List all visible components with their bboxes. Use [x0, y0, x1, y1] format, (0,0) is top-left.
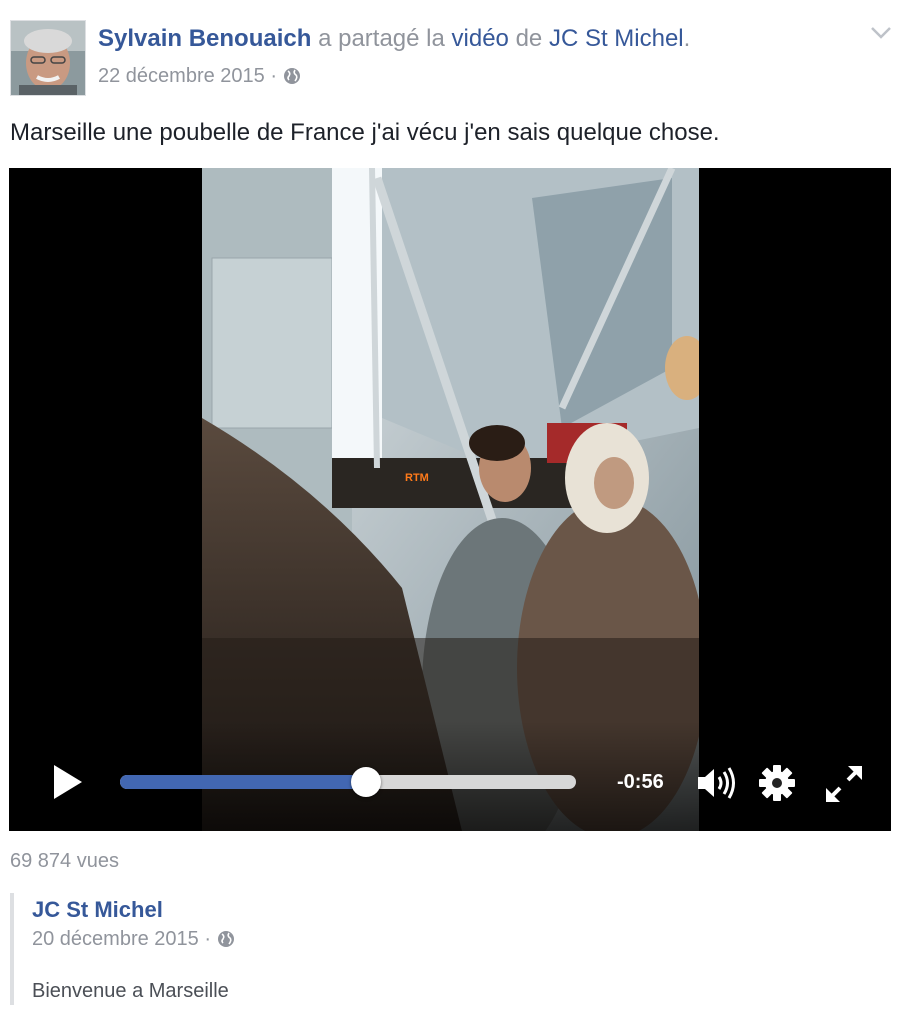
avatar-image [11, 21, 85, 95]
video-link[interactable]: vidéo [452, 25, 509, 52]
action-text: a partagé la [318, 25, 445, 52]
post-header: Sylvain Benouaich a partagé la vidéo de … [98, 24, 690, 54]
action-text-de: de [515, 25, 543, 52]
video-player[interactable]: RTM -0:56 [9, 168, 891, 831]
progress-bar[interactable] [120, 767, 576, 797]
shared-from-link[interactable]: JC St Michel [549, 25, 684, 52]
progress-fill [120, 775, 367, 789]
view-count: 69 874 vues [10, 850, 119, 872]
post-options-chevron-icon[interactable] [870, 26, 892, 40]
gear-icon[interactable] [758, 764, 796, 802]
time-remaining: -0:56 [617, 771, 664, 793]
shared-date-link[interactable]: 20 décembre 2015 [32, 928, 199, 950]
author-avatar[interactable] [10, 20, 86, 96]
volume-icon[interactable] [695, 764, 737, 802]
fullscreen-icon[interactable] [824, 764, 864, 804]
post-message: Marseille une poubelle de France j'ai vé… [10, 119, 720, 146]
shared-post[interactable]: JC St Michel 20 décembre 2015 · Bienvenu… [10, 893, 894, 1005]
meta-separator: · [270, 65, 278, 87]
shared-meta-separator: · [204, 928, 212, 950]
play-icon[interactable] [51, 763, 85, 801]
globe-icon[interactable] [217, 929, 235, 955]
shared-meta: 20 décembre 2015 · [32, 926, 235, 955]
shared-author-link[interactable]: JC St Michel [32, 896, 163, 924]
globe-icon[interactable] [283, 66, 301, 92]
author-name-link[interactable]: Sylvain Benouaich [98, 25, 311, 52]
post-date-link[interactable]: 22 décembre 2015 [98, 65, 265, 87]
post-meta: 22 décembre 2015 · [98, 63, 301, 92]
bus-sign-text: RTM [405, 472, 429, 484]
header-punct: . [683, 25, 691, 52]
shared-message: Bienvenue a Marseille [32, 980, 229, 1002]
